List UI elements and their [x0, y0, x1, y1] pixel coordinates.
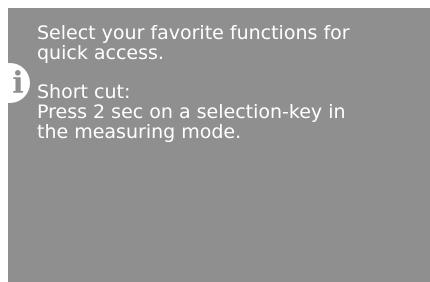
shortcut-line-1: Press 2 sec on a selection-key in: [37, 101, 346, 123]
shortcut-paragraph: Short cut: Press 2 sec on a selection-ke…: [37, 82, 397, 142]
description-line-1: Select your favorite functions for: [37, 22, 350, 44]
shortcut-line-2: the measuring mode.: [37, 121, 242, 143]
info-icon: i: [8, 63, 30, 103]
info-text: Select your favorite functions for quick…: [37, 23, 397, 161]
description-line-2: quick access.: [37, 42, 164, 64]
info-glyph: i: [12, 66, 24, 101]
shortcut-title: Short cut:: [37, 81, 131, 103]
description-paragraph: Select your favorite functions for quick…: [37, 23, 397, 63]
info-screen: i Select your favorite functions for qui…: [8, 8, 430, 282]
